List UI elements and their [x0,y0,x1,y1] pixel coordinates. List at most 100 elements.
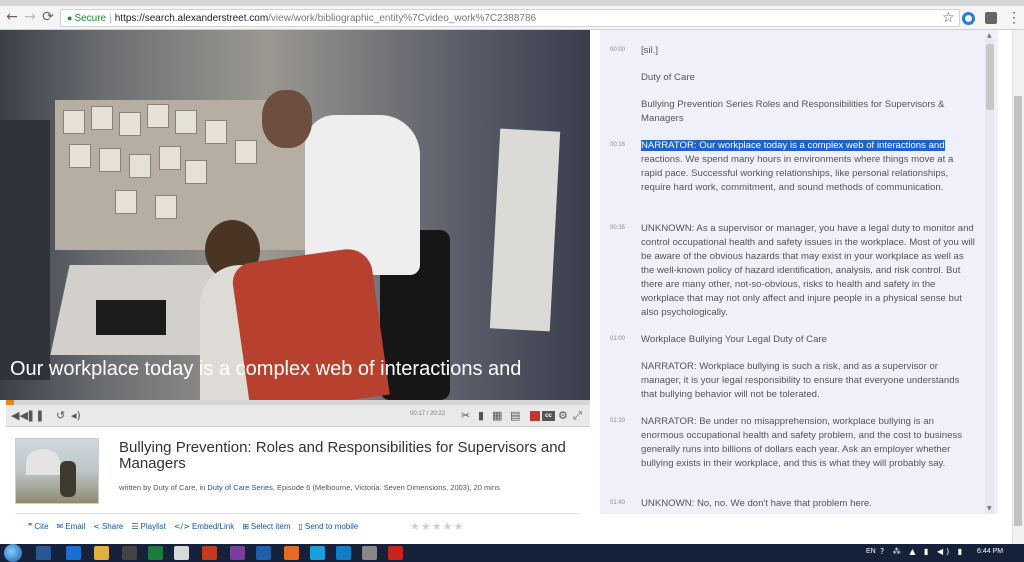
fullscreen-icon[interactable]: ⤢ [573,409,582,423]
transcript-timestamp[interactable]: 00:00 [610,47,625,53]
transcript-paragraph[interactable]: NARRATOR: Workplace bullying is such a r… [641,360,975,402]
secure-label: Secure [74,13,107,24]
language-indicator[interactable]: EN [866,548,876,555]
transcript-timestamp[interactable]: 00:35 [610,225,625,231]
video-caption: Our workplace today is a complex web of … [10,358,522,380]
action-playlist[interactable]: ☰ Playlist [131,522,166,531]
video-scene-photo [99,148,121,172]
clip-icon[interactable]: ✂ [461,409,470,423]
thumbnail-scene-figure [60,461,76,497]
action-label: Embed/Link [191,522,235,531]
system-tray-icons[interactable]: ? ⁂ ▲ ▮ ◀) ▮ [880,547,965,556]
video-frame[interactable]: Our workplace today is a complex web of … [0,30,590,400]
quote-icon: ❞ [28,522,33,531]
acrobat-taskbar-icon[interactable] [388,546,403,560]
series-link[interactable]: Duty of Care Series [207,483,272,492]
firefox-taskbar-icon[interactable] [284,546,299,560]
extension-ring-icon[interactable] [962,12,975,25]
skype-business-taskbar-icon[interactable] [336,546,351,560]
action-email[interactable]: ✉ Email [57,522,86,531]
page-scrollbar-thumb[interactable] [1014,96,1022,526]
transcript-paragraph[interactable]: NARRATOR: Be under no misapprehension, w… [641,415,975,471]
volume-icon[interactable]: ◂) [71,409,81,423]
scroll-down-arrow-icon[interactable]: ▼ [987,505,992,512]
forward-icon[interactable]: → [22,9,38,25]
action-bar: ❞ Cite ✉ Email < Share ☰ Playlist </> Embed/Link ⊞… [28,522,366,534]
transcript-text: reactions. We spend many hours in enviro… [641,154,954,193]
excel-taskbar-icon[interactable] [148,546,163,560]
rating-stars[interactable]: ★★★★★ [410,520,464,533]
byline-prefix: written by Duty of Care, in [119,483,208,492]
address-bar[interactable]: ● Secure | https://search.alexanderstreet.c… [60,9,960,27]
action-label: Share [101,522,124,531]
action-cite[interactable]: ❞ Cite [28,522,49,531]
transcript-paragraph[interactable]: Duty of Care [641,71,975,85]
pause-icon[interactable]: ❚❚ [26,409,44,423]
browser-toolbar: ← → ⟳ ● Secure | https://search.alexanderst… [0,6,1024,30]
folder-taskbar-icon[interactable] [94,546,109,560]
word-taskbar-icon[interactable] [36,546,51,560]
extension-square-icon[interactable] [985,12,997,24]
browser-menu-icon[interactable]: ⋮ [1007,10,1021,24]
url-host: https://search.alexanderstreet.com [114,13,269,24]
plus-box-icon: ⊞ [242,522,249,531]
taskbar-clock[interactable]: 6:44 PM [977,548,1003,555]
action-select-item[interactable]: ⊞ Select item [242,522,290,531]
action-embed-link[interactable]: </> Embed/Link [174,522,234,531]
media-taskbar-icon[interactable] [122,546,137,560]
transcript-paragraph[interactable]: UNKNOWN: As a supervisor or manager, you… [641,222,975,320]
bookmark-star-icon[interactable]: ☆ [942,10,955,26]
video-scene-notes [489,128,561,332]
reload-icon[interactable]: ⟳ [40,9,56,25]
browser-taskbar-icon[interactable] [362,546,377,560]
transcript-timestamp[interactable]: 01:00 [610,336,625,342]
video-scene-photo [63,110,85,134]
video-controls: ◀◀ ❚❚ ↺ ◂) 00:17 / 20:22 ✂ ▮ ▦ ▤ cc ⚙ ⤢ [6,405,590,427]
transcript-timestamp[interactable]: 01:20 [610,418,625,424]
action-share[interactable]: < Share [93,522,123,531]
back-icon[interactable]: ← [4,9,20,25]
video-scene-binder [96,300,166,335]
onenote-taskbar-icon[interactable] [230,546,245,560]
closed-captions-button[interactable]: cc [542,411,555,421]
replay-icon[interactable]: ↺ [56,409,65,423]
video-scene-photo [69,144,91,168]
divider [15,513,580,514]
transcript-scrollbar-thumb[interactable] [986,44,994,110]
video-scene-photo [155,195,177,219]
outlook-taskbar-icon[interactable] [256,546,271,560]
transcript-speaker: NARRATOR: [641,140,697,151]
video-scene-photo [91,106,113,130]
transcript-paragraph[interactable]: UNKNOWN: No, no. We don't have that prob… [641,497,975,511]
transcript-toggle-icon[interactable] [530,411,540,421]
mobile-icon: ▯ [298,522,303,531]
transcript-paragraph[interactable]: NARRATOR: Our workplace today is a compl… [641,139,975,195]
share-icon: < [93,522,100,531]
chrome-taskbar-icon[interactable] [174,546,189,560]
video-scene-photo [119,112,141,136]
separator: | [109,13,112,24]
action-label: Playlist [140,522,166,531]
action-label: Email [65,522,86,531]
settings-gear-icon[interactable]: ⚙ [558,409,568,423]
transcript-paragraph[interactable]: [sil.] [641,44,975,58]
video-scene-photo [185,160,207,184]
byline-suffix: , Episode 6 (Melbourne, Victoria: Seven … [272,483,500,492]
ie-taskbar-icon[interactable] [66,546,81,560]
powerpoint-taskbar-icon[interactable] [202,546,217,560]
bookmark-marker-icon[interactable]: ▮ [478,409,484,423]
grid-icon[interactable]: ▦ [492,409,502,423]
scroll-up-arrow-icon[interactable]: ▲ [987,32,992,39]
layout-icon[interactable]: ▤ [510,409,520,423]
transcript-timestamp[interactable]: 01:40 [610,500,625,506]
video-scene-photo [159,146,181,170]
video-thumbnail[interactable] [15,438,99,504]
skype-taskbar-icon[interactable] [310,546,325,560]
start-button-icon[interactable] [4,544,22,562]
transcript-timestamp[interactable]: 00:16 [610,142,625,148]
transcript-paragraph[interactable]: Bullying Prevention Series Roles and Res… [641,98,975,126]
action-label: Send to mobile [304,522,359,531]
action-send-to-mobile[interactable]: ▯ Send to mobile [298,522,358,531]
transcript-paragraph[interactable]: Workplace Bullying Your Legal Duty of Ca… [641,333,975,347]
video-scene-photo [175,110,197,134]
